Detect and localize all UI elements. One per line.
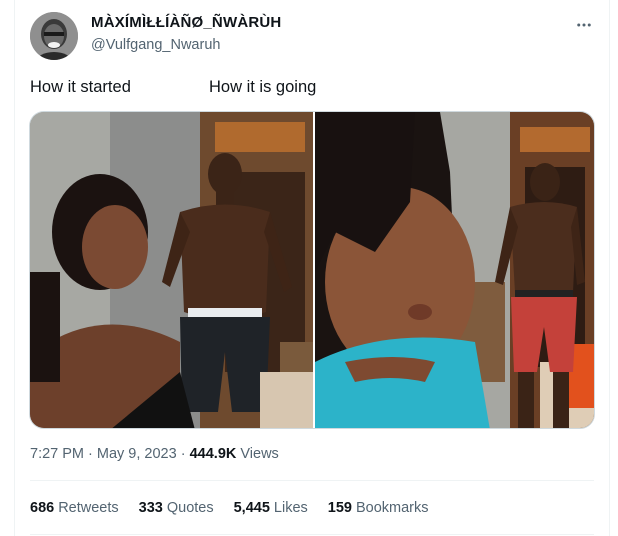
tweet-card: MÀXÍMÌŁŁÍÀÑØ_ÑWÀRÙH @Vulfgang_Nwaruh How… xyxy=(14,0,610,536)
divider xyxy=(30,480,594,481)
photo-how-it-started[interactable] xyxy=(30,112,313,428)
bookmarks-label: Bookmarks xyxy=(355,500,429,516)
avatar[interactable] xyxy=(30,12,78,60)
display-name[interactable]: MÀXÍMÌŁŁÍÀÑØ_ÑWÀRÙH xyxy=(91,14,281,31)
more-button[interactable] xyxy=(573,14,595,36)
quotes-stat[interactable]: 333 Quotes xyxy=(139,500,214,516)
tweet-time: 7:27 PM xyxy=(30,446,84,462)
tweet-text-right: How it is going xyxy=(209,78,317,96)
views-label: Views xyxy=(236,446,279,462)
meta-separator-2: · xyxy=(176,446,190,462)
retweets-stat[interactable]: 686 Retweets xyxy=(30,500,119,516)
photo-how-it-is-going[interactable] xyxy=(315,112,594,428)
likes-label: Likes xyxy=(273,500,308,516)
retweets-label: Retweets xyxy=(58,500,119,516)
retweets-count: 686 xyxy=(30,500,55,516)
tweet-text-left: How it started xyxy=(30,78,131,96)
bookmarks-stat[interactable]: 159 Bookmarks xyxy=(328,500,429,516)
likes-count: 5,445 xyxy=(233,500,270,516)
likes-stat[interactable]: 5,445 Likes xyxy=(234,500,308,516)
tweet-date: May 9, 2023 xyxy=(96,446,177,462)
media-grid xyxy=(29,111,595,429)
bookmarks-count: 159 xyxy=(327,500,352,516)
quotes-label: Quotes xyxy=(166,500,214,516)
engagement-stats: 686 Retweets 333 Quotes 5,445 Likes 159 Book… xyxy=(30,500,429,516)
more-horizontal-icon xyxy=(577,23,591,27)
meta-separator-1: · xyxy=(84,446,97,462)
tweet-timestamp[interactable]: 7:27 PM · May 9, 2023 · 444.9K Views xyxy=(30,446,279,462)
user-handle[interactable]: @Vulfgang_Nwaruh xyxy=(91,37,220,53)
quotes-count: 333 xyxy=(138,500,163,516)
divider xyxy=(30,534,594,535)
views-count: 444.9K xyxy=(189,446,237,462)
